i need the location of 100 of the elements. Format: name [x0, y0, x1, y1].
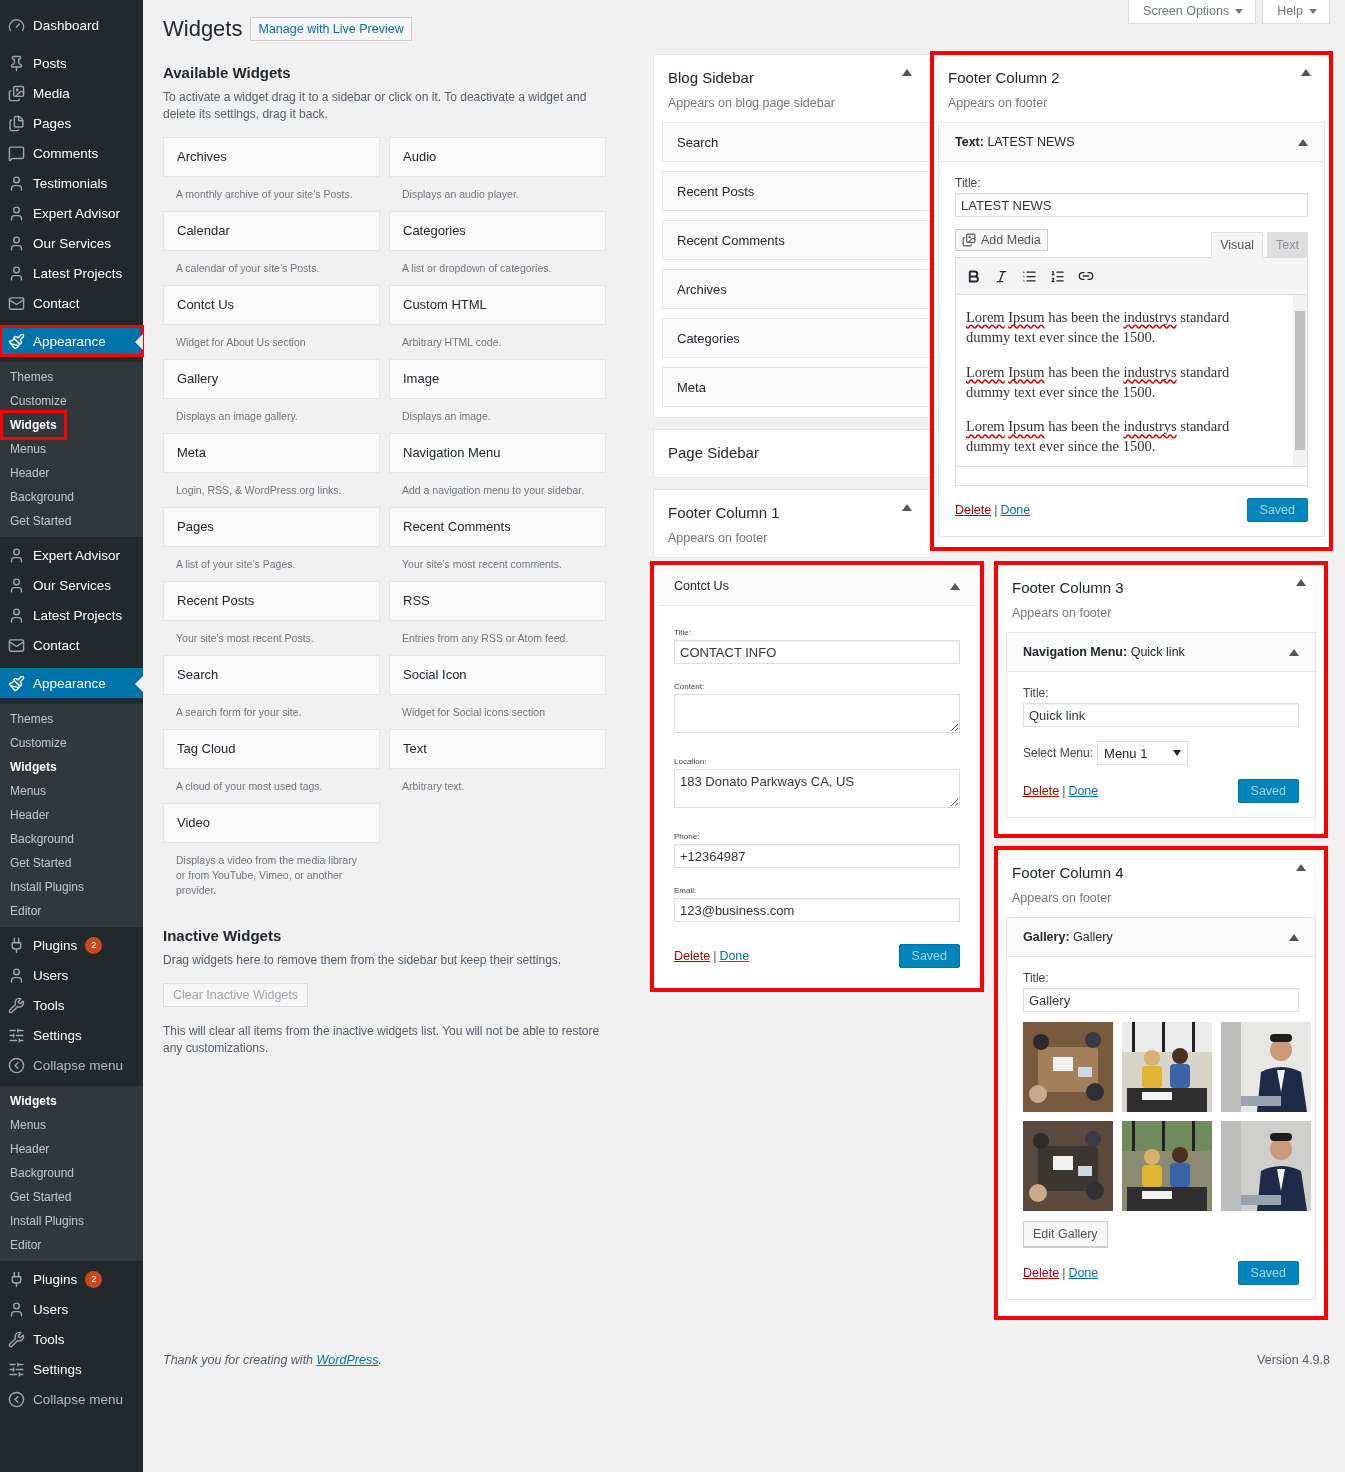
- submenu-item[interactable]: Widgets: [0, 1089, 67, 1113]
- submenu-item[interactable]: Widgets: [0, 755, 67, 779]
- widget-tile[interactable]: Meta: [163, 432, 380, 473]
- delete-link[interactable]: Delete: [674, 949, 711, 963]
- menu-item[interactable]: Users: [0, 1294, 143, 1324]
- collapse-arrow-icon[interactable]: [902, 504, 912, 511]
- submenu-item[interactable]: Menus: [0, 779, 57, 803]
- menu-item[interactable]: Comments: [0, 138, 143, 168]
- menu-item[interactable]: Our Services: [0, 570, 143, 600]
- submenu-item[interactable]: Customize: [0, 731, 77, 755]
- edit-gallery-button[interactable]: Edit Gallery: [1023, 1221, 1108, 1247]
- widget-header[interactable]: Text: LATEST NEWS: [939, 123, 1324, 162]
- widget-tile[interactable]: Video: [163, 802, 380, 843]
- widget-tile[interactable]: Recent Posts: [163, 580, 380, 621]
- menu-item[interactable]: Pages: [0, 108, 143, 138]
- delete-link[interactable]: Delete: [1023, 1266, 1060, 1280]
- collapse-arrow-icon[interactable]: [950, 582, 960, 590]
- collapse-arrow-icon[interactable]: [1289, 648, 1299, 656]
- sidebar-widget[interactable]: Archives: [662, 269, 930, 309]
- sidebar-widget[interactable]: Recent Posts: [662, 171, 930, 211]
- sidebar-widget[interactable]: Recent Comments: [662, 220, 930, 260]
- submenu-item[interactable]: Background: [0, 827, 85, 851]
- menu-item[interactable]: Latest Projects: [0, 600, 143, 630]
- widget-tile[interactable]: Gallery: [163, 358, 380, 399]
- menu-item[interactable]: Dashboard: [0, 10, 143, 40]
- submenu-item[interactable]: Install Plugins: [0, 1209, 95, 1233]
- delete-link[interactable]: Delete: [955, 503, 992, 517]
- collapse-arrow-icon[interactable]: [1298, 138, 1308, 146]
- input-field[interactable]: +12364987: [674, 844, 960, 868]
- menu-item[interactable]: Testimonials: [0, 168, 143, 198]
- sidebar-widget[interactable]: Search: [662, 122, 930, 162]
- submenu-item[interactable]: Header: [0, 803, 60, 827]
- menu-item[interactable]: Tools: [0, 1324, 143, 1354]
- menu-select[interactable]: Menu 1: [1097, 741, 1189, 765]
- menu-item[interactable]: Collapse menu: [0, 1384, 143, 1414]
- menu-item[interactable]: Latest Projects: [0, 258, 143, 288]
- widget-tile[interactable]: Social Icon: [389, 654, 606, 695]
- collapse-arrow-icon[interactable]: [1289, 933, 1299, 941]
- submenu-item[interactable]: Install Plugins: [0, 875, 95, 899]
- title-field[interactable]: LATEST NEWS: [955, 193, 1308, 217]
- screen-tab[interactable]: Screen Options: [1128, 0, 1257, 24]
- submenu-item[interactable]: Background: [0, 485, 85, 509]
- widget-tile[interactable]: Contct Us: [163, 284, 380, 325]
- widget-tile[interactable]: Calendar: [163, 210, 380, 251]
- input-field[interactable]: CONTACT INFO: [674, 640, 960, 664]
- widget-header[interactable]: Gallery: Gallery: [1007, 918, 1315, 957]
- bullet-list-icon[interactable]: [1022, 268, 1037, 284]
- live-preview-button[interactable]: Manage with Live Preview: [250, 17, 412, 41]
- submenu-item[interactable]: Get Started: [0, 509, 82, 533]
- menu-item[interactable]: Expert Advisor: [0, 198, 143, 228]
- widget-header[interactable]: Contct Us: [658, 567, 976, 606]
- add-media-button[interactable]: Add Media: [955, 229, 1048, 251]
- done-link[interactable]: Done: [1000, 503, 1031, 517]
- menu-item[interactable]: Contact: [0, 288, 143, 318]
- menu-item[interactable]: Posts: [0, 48, 143, 78]
- numbered-list-icon[interactable]: [1050, 268, 1065, 284]
- submenu-item[interactable]: Editor: [0, 1233, 52, 1257]
- text-area[interactable]: 183 Donato Parkways CA, US: [674, 769, 960, 808]
- input-field[interactable]: 123@business.com: [674, 898, 960, 922]
- collapse-arrow-icon[interactable]: [1296, 864, 1306, 871]
- editor-tab[interactable]: Visual: [1211, 232, 1264, 258]
- widget-tile[interactable]: Tag Cloud: [163, 728, 380, 769]
- submenu-item[interactable]: Widgets: [3, 413, 64, 437]
- menu-item[interactable]: Settings: [0, 1020, 143, 1050]
- text-editor[interactable]: [955, 257, 1308, 486]
- submenu-item[interactable]: Get Started: [0, 851, 82, 875]
- widget-tile[interactable]: Audio: [389, 136, 606, 177]
- widget-header[interactable]: Navigation Menu: Quick link: [1007, 633, 1315, 672]
- collapse-arrow-icon[interactable]: [1301, 69, 1311, 76]
- submenu-item[interactable]: Customize: [0, 389, 77, 413]
- widget-tile[interactable]: Search: [163, 654, 380, 695]
- collapse-arrow-icon[interactable]: [1296, 579, 1306, 586]
- menu-item[interactable]: Settings: [0, 1354, 143, 1384]
- title-field[interactable]: Gallery: [1023, 988, 1299, 1012]
- menu-item[interactable]: Expert Advisor: [0, 540, 143, 570]
- menu-item[interactable]: Appearance: [0, 326, 143, 356]
- menu-item[interactable]: Plugins 2: [0, 930, 143, 960]
- italic-icon[interactable]: [994, 268, 1009, 284]
- done-link[interactable]: Done: [719, 949, 750, 963]
- done-link[interactable]: Done: [1068, 784, 1099, 798]
- menu-item[interactable]: Appearance: [0, 668, 143, 698]
- submenu-item[interactable]: Get Started: [0, 1185, 82, 1209]
- widget-tile[interactable]: Text: [389, 728, 606, 769]
- menu-item[interactable]: Tools: [0, 990, 143, 1020]
- collapse-arrow-icon[interactable]: [902, 69, 912, 76]
- submenu-item[interactable]: Header: [0, 1137, 60, 1161]
- widget-tile[interactable]: Recent Comments: [389, 506, 606, 547]
- screen-tab[interactable]: Help: [1262, 0, 1330, 24]
- menu-item[interactable]: Our Services: [0, 228, 143, 258]
- done-link[interactable]: Done: [1068, 1266, 1099, 1280]
- menu-item[interactable]: Plugins 2: [0, 1264, 143, 1294]
- widget-tile[interactable]: RSS: [389, 580, 606, 621]
- submenu-item[interactable]: Background: [0, 1161, 85, 1185]
- widget-tile[interactable]: Custom HTML: [389, 284, 606, 325]
- widget-tile[interactable]: Pages: [163, 506, 380, 547]
- submenu-item[interactable]: Menus: [0, 1113, 57, 1137]
- delete-link[interactable]: Delete: [1023, 784, 1060, 798]
- submenu-item[interactable]: Menus: [0, 437, 57, 461]
- widget-tile[interactable]: Navigation Menu: [389, 432, 606, 473]
- title-field[interactable]: Quick link: [1023, 703, 1299, 727]
